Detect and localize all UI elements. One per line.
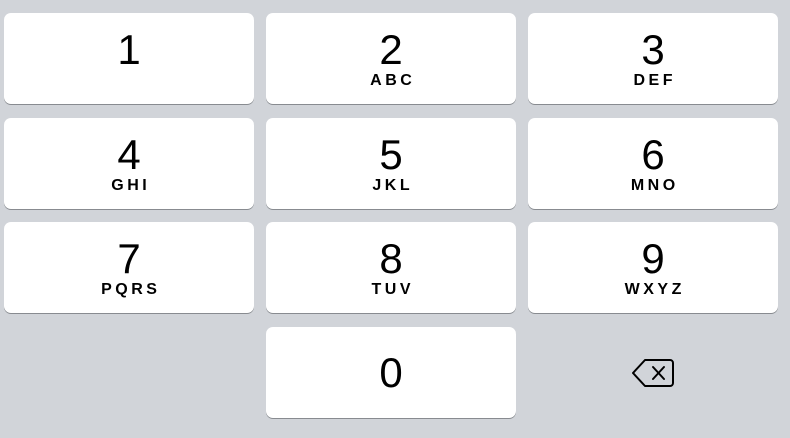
key-0[interactable]: 0	[266, 327, 516, 418]
key-digit: 6	[641, 130, 665, 178]
key-1[interactable]: 1	[4, 13, 254, 104]
delete-button[interactable]	[528, 327, 778, 418]
key-letters: WXYZ	[624, 280, 685, 298]
key-digit: 8	[379, 234, 403, 282]
key-digit: 5	[379, 130, 403, 178]
key-4[interactable]: 4 GHI	[4, 118, 254, 209]
key-digit: 7	[117, 234, 141, 282]
key-7[interactable]: 7 PQRS	[4, 222, 254, 313]
key-letters: PQRS	[101, 280, 161, 298]
key-digit: 1	[117, 25, 141, 73]
key-9[interactable]: 9 WXYZ	[528, 222, 778, 313]
key-digit: 0	[379, 348, 403, 396]
key-6[interactable]: 6 MNO	[528, 118, 778, 209]
key-digit: 4	[117, 130, 141, 178]
key-digit: 3	[641, 25, 665, 73]
numeric-keypad: 1 2 ABC 3 DEF 4 GHI 5 JKL 6 MNO 7 PQRS 8…	[0, 0, 790, 438]
backspace-icon	[632, 358, 674, 387]
key-letters: MNO	[630, 176, 679, 194]
key-letters: JKL	[372, 176, 414, 194]
key-letters: ABC	[370, 71, 416, 89]
key-digit: 2	[379, 25, 403, 73]
key-8[interactable]: 8 TUV	[266, 222, 516, 313]
key-letters: GHI	[111, 176, 151, 194]
key-letters: TUV	[371, 280, 414, 298]
key-digit: 9	[641, 234, 665, 282]
key-letters: DEF	[633, 71, 676, 89]
key-5[interactable]: 5 JKL	[266, 118, 516, 209]
key-2[interactable]: 2 ABC	[266, 13, 516, 104]
key-3[interactable]: 3 DEF	[528, 13, 778, 104]
